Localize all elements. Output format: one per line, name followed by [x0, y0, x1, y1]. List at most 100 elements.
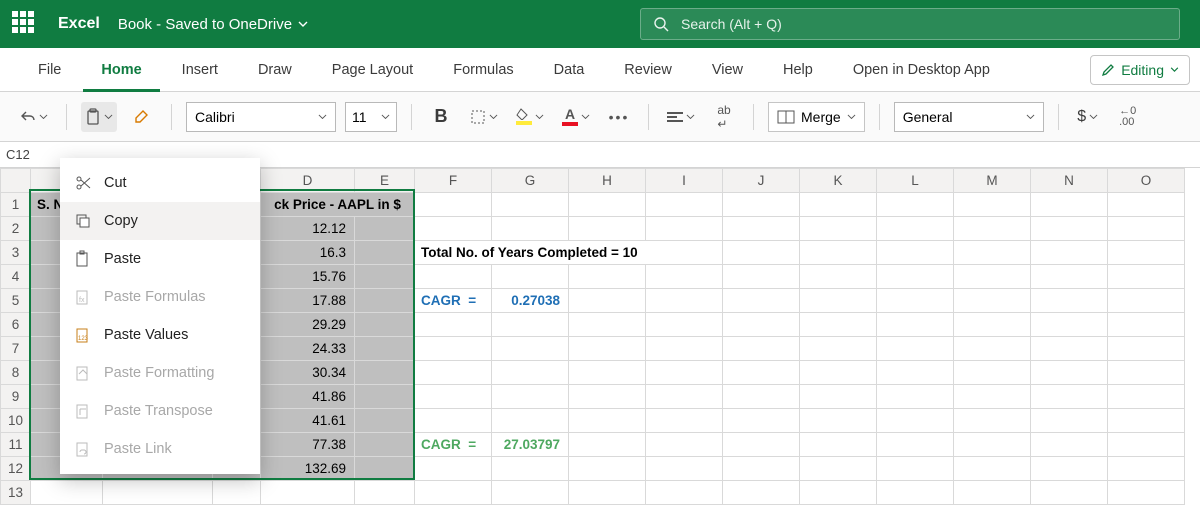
- cell[interactable]: 77.38: [261, 433, 355, 457]
- cell[interactable]: [1108, 361, 1185, 385]
- format-painter-button[interactable]: [127, 102, 157, 132]
- cell[interactable]: ck Price - AAPL in $: [261, 193, 415, 217]
- cell[interactable]: [954, 217, 1031, 241]
- row-header[interactable]: 10: [1, 409, 31, 433]
- search-input[interactable]: Search (Alt + Q): [640, 8, 1180, 40]
- bold-button[interactable]: B: [426, 102, 456, 132]
- col-header[interactable]: M: [954, 169, 1031, 193]
- cell[interactable]: 27.03797: [492, 433, 569, 457]
- cell[interactable]: [877, 241, 954, 265]
- cell[interactable]: [355, 361, 415, 385]
- row-header[interactable]: 13: [1, 481, 31, 505]
- col-header[interactable]: N: [1031, 169, 1108, 193]
- cell[interactable]: [569, 409, 646, 433]
- cell[interactable]: [646, 457, 723, 481]
- cell[interactable]: [877, 361, 954, 385]
- cell[interactable]: [723, 193, 800, 217]
- cell[interactable]: [1108, 409, 1185, 433]
- cell[interactable]: [213, 481, 261, 505]
- cell[interactable]: [877, 313, 954, 337]
- cell[interactable]: [492, 409, 569, 433]
- number-format-select[interactable]: General: [894, 102, 1044, 132]
- row-header[interactable]: 6: [1, 313, 31, 337]
- cell[interactable]: [1031, 481, 1108, 505]
- cell[interactable]: Total No. of Years Completed = 10: [415, 241, 723, 265]
- row-header[interactable]: 9: [1, 385, 31, 409]
- cell[interactable]: [877, 409, 954, 433]
- merge-button[interactable]: Merge: [768, 102, 865, 132]
- cell[interactable]: [800, 313, 877, 337]
- col-header[interactable]: H: [569, 169, 646, 193]
- cell[interactable]: [569, 385, 646, 409]
- cell[interactable]: [415, 217, 492, 241]
- cell[interactable]: 41.61: [261, 409, 355, 433]
- cell[interactable]: [1108, 457, 1185, 481]
- cell[interactable]: [1031, 289, 1108, 313]
- cell[interactable]: 30.34: [261, 361, 355, 385]
- cell[interactable]: [646, 433, 723, 457]
- cell[interactable]: [492, 337, 569, 361]
- cell[interactable]: 16.3: [261, 241, 355, 265]
- undo-button[interactable]: [16, 102, 52, 132]
- col-header[interactable]: E: [355, 169, 415, 193]
- cell[interactable]: [355, 409, 415, 433]
- cell[interactable]: [355, 433, 415, 457]
- cell[interactable]: [1031, 313, 1108, 337]
- ctx-paste-values[interactable]: 123 Paste Values: [60, 316, 260, 354]
- cell[interactable]: [723, 217, 800, 241]
- open-in-desktop-button[interactable]: Open in Desktop App: [835, 48, 1008, 92]
- cell[interactable]: [800, 409, 877, 433]
- cell[interactable]: [355, 481, 415, 505]
- cell[interactable]: [877, 193, 954, 217]
- cell[interactable]: 24.33: [261, 337, 355, 361]
- cell[interactable]: [1108, 481, 1185, 505]
- align-button[interactable]: [663, 102, 699, 132]
- cell[interactable]: [355, 217, 415, 241]
- cell[interactable]: CAGR =: [415, 289, 492, 313]
- ctx-cut[interactable]: Cut: [60, 164, 260, 202]
- cell[interactable]: [1108, 289, 1185, 313]
- col-header[interactable]: I: [646, 169, 723, 193]
- cell[interactable]: [646, 265, 723, 289]
- col-header[interactable]: J: [723, 169, 800, 193]
- cell[interactable]: [1031, 409, 1108, 433]
- row-header[interactable]: 2: [1, 217, 31, 241]
- cell[interactable]: [492, 457, 569, 481]
- cell[interactable]: [877, 457, 954, 481]
- cell[interactable]: [492, 361, 569, 385]
- wrap-text-button[interactable]: ab↵: [709, 102, 739, 132]
- cell[interactable]: [569, 289, 646, 313]
- cell[interactable]: [954, 409, 1031, 433]
- tab-formulas[interactable]: Formulas: [435, 48, 531, 92]
- cell[interactable]: [355, 337, 415, 361]
- cell[interactable]: [415, 409, 492, 433]
- tab-review[interactable]: Review: [606, 48, 690, 92]
- cell[interactable]: [415, 481, 492, 505]
- cell[interactable]: [1031, 385, 1108, 409]
- cell[interactable]: [1108, 241, 1185, 265]
- cell[interactable]: [355, 385, 415, 409]
- cell[interactable]: 15.76: [261, 265, 355, 289]
- cell[interactable]: [723, 457, 800, 481]
- cell[interactable]: [261, 481, 355, 505]
- cell[interactable]: [723, 337, 800, 361]
- cell[interactable]: [355, 457, 415, 481]
- cell[interactable]: [646, 361, 723, 385]
- clipboard-button[interactable]: [81, 102, 117, 132]
- cell[interactable]: [355, 265, 415, 289]
- cell[interactable]: [569, 217, 646, 241]
- name-box[interactable]: C12: [0, 142, 60, 168]
- cell[interactable]: [723, 361, 800, 385]
- cell[interactable]: [800, 481, 877, 505]
- cell[interactable]: [646, 481, 723, 505]
- row-header[interactable]: 8: [1, 361, 31, 385]
- editing-mode-button[interactable]: Editing: [1090, 55, 1190, 85]
- cell[interactable]: [954, 337, 1031, 361]
- cell[interactable]: [1108, 337, 1185, 361]
- cell[interactable]: [723, 481, 800, 505]
- cell[interactable]: [415, 361, 492, 385]
- tab-draw[interactable]: Draw: [240, 48, 310, 92]
- cell[interactable]: [877, 265, 954, 289]
- font-family-select[interactable]: Calibri: [186, 102, 336, 132]
- row-header[interactable]: 11: [1, 433, 31, 457]
